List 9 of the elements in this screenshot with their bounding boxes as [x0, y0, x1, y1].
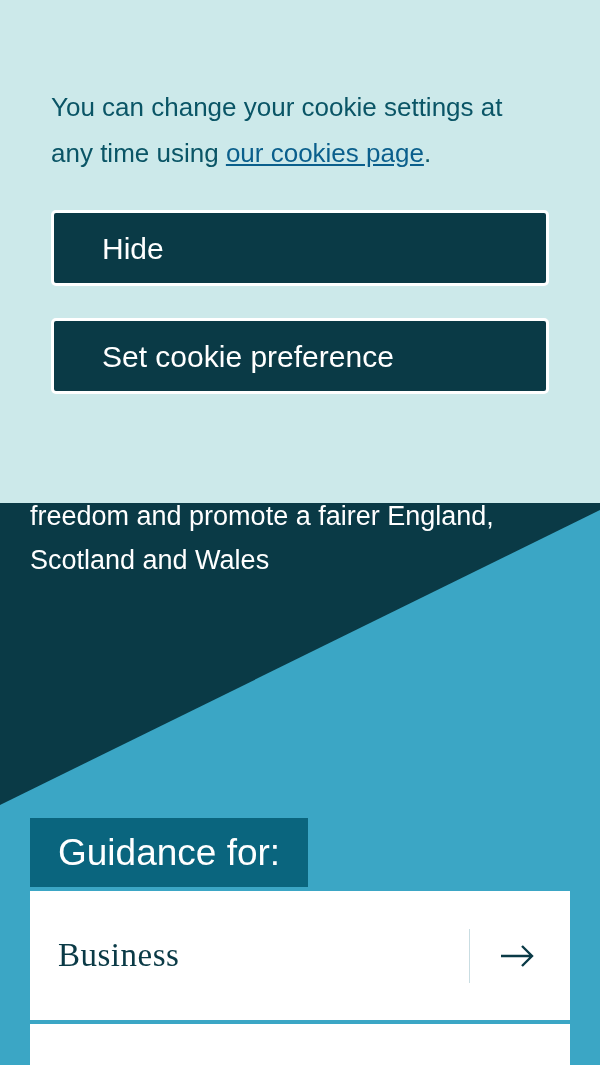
arrow-right-icon — [500, 944, 534, 967]
guidance-heading: Guidance for: — [30, 818, 309, 887]
guidance-link[interactable]: Business — [30, 891, 570, 1020]
hero-text: Scotland and Wales — [30, 544, 271, 577]
banner-button[interactable]: Hide — [51, 210, 549, 286]
banner-button[interactable]: Set cookie preference — [51, 318, 549, 394]
cookies-page-link[interactable]: our cookies page — [225, 138, 424, 168]
cookie-message: You can change your cookie settings at any time using our cookies page. — [51, 91, 504, 170]
hero-text: freedom and promote a fairer England, — [30, 500, 495, 533]
